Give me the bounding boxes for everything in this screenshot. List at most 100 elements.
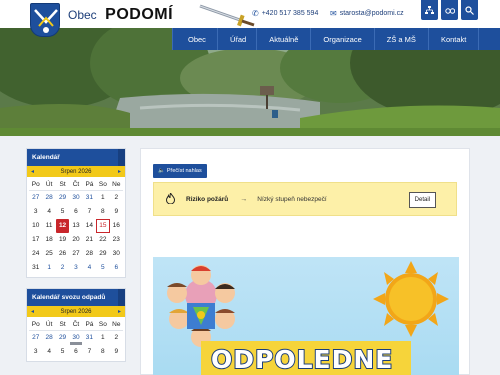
- calendar-day[interactable]: 7: [83, 345, 96, 359]
- waste-calendar-grid: Po Út St Čt Pá So Ne 27 28 29 30 31 1 2 3 4 5 6 7 8 9: [27, 317, 125, 361]
- calendar-day[interactable]: 12: [55, 219, 70, 233]
- next-month-icon[interactable]: ▸: [118, 308, 121, 315]
- poster-headline: ODPOLEDNE: [210, 344, 394, 375]
- fire-risk-alert: Riziko požárů → Nízký stupeň nebezpečí D…: [153, 182, 457, 216]
- calendar-day[interactable]: 4: [42, 345, 55, 359]
- calendar-day[interactable]: 27: [29, 191, 42, 205]
- phone-number: +420 517 385 594: [261, 10, 319, 17]
- calendar-day[interactable]: 29: [96, 247, 109, 261]
- nav-item-kontakt[interactable]: Kontakt: [429, 28, 480, 50]
- event-poster[interactable]: ODPOLEDNE: [153, 257, 459, 375]
- search-icon[interactable]: [461, 0, 478, 20]
- calendar-day[interactable]: 18: [42, 233, 55, 247]
- calendar-grid: Po Út St Čt Pá So Ne 27 28 29 30 31 1 2 3 4 5 6 7 8 9 10 11 12 1…: [27, 177, 125, 277]
- alert-level: Nízký stupeň nebezpečí: [257, 195, 327, 203]
- calendar-day[interactable]: 13: [69, 219, 82, 233]
- brand-prefix: Obec: [68, 8, 97, 22]
- calendar-day[interactable]: 2: [110, 191, 123, 205]
- email-contact[interactable]: ✉ starosta@podomi.cz: [330, 9, 404, 18]
- weekday-header: Po: [29, 318, 43, 331]
- calendar-day[interactable]: 6: [110, 261, 123, 275]
- calendar-day[interactable]: 14: [83, 219, 96, 233]
- sword-emblem-icon: [199, 4, 255, 27]
- calendar-day[interactable]: 22: [96, 233, 109, 247]
- read-aloud-button[interactable]: 🔈 Přečíst nahlas: [153, 164, 207, 178]
- calendar-day[interactable]: 4: [42, 205, 55, 219]
- calendar-day[interactable]: 9: [110, 345, 123, 359]
- calendar-day[interactable]: 2: [56, 261, 69, 275]
- calendar-day[interactable]: 6: [69, 345, 82, 359]
- prev-month-icon[interactable]: ◂: [31, 308, 34, 315]
- next-month-icon[interactable]: ▸: [118, 168, 121, 175]
- calendar-day[interactable]: 1: [96, 191, 109, 205]
- weekday-header: Pá: [82, 178, 97, 191]
- weekday-header: Út: [42, 318, 56, 331]
- calendar-day[interactable]: 10: [29, 219, 42, 233]
- phone-contact[interactable]: ✆ +420 517 385 594: [252, 9, 318, 18]
- nav-item-obec[interactable]: Obec: [172, 28, 218, 50]
- calendar-day[interactable]: 11: [42, 219, 55, 233]
- weekday-header: Ne: [109, 318, 123, 331]
- font-size-icon[interactable]: [441, 0, 458, 20]
- calendar-day[interactable]: 8: [96, 345, 109, 359]
- calendar-day[interactable]: 8: [96, 205, 109, 219]
- calendar-day[interactable]: 20: [69, 233, 82, 247]
- calendar-day[interactable]: 31: [83, 191, 96, 205]
- weekday-header: So: [96, 178, 110, 191]
- calendar-day[interactable]: 30: [110, 247, 123, 261]
- calendar-day[interactable]: 3: [69, 261, 82, 275]
- prev-month-icon[interactable]: ◂: [31, 168, 34, 175]
- calendar-day[interactable]: 23: [110, 233, 123, 247]
- brand-name: PODOMÍ: [105, 6, 174, 23]
- event-calendar: Kalendář ◂ Srpen 2026 ▸ Po Út St Čt Pá So Ne 27…: [26, 148, 126, 278]
- waste-calendar-title: Kalendář svozu odpadů: [27, 289, 125, 306]
- weekday-header: Po: [29, 178, 43, 191]
- calendar-day[interactable]: 29: [56, 331, 69, 345]
- calendar-day[interactable]: 31: [29, 261, 42, 275]
- calendar-day[interactable]: 2: [110, 331, 123, 345]
- calendar-day[interactable]: 29: [56, 191, 69, 205]
- coat-of-arms-logo[interactable]: [30, 3, 60, 37]
- calendar-day[interactable]: 27: [29, 331, 42, 345]
- calendar-month-bar: ◂ Srpen 2026 ▸: [27, 166, 125, 177]
- sitemap-icon[interactable]: [421, 0, 438, 20]
- calendar-day[interactable]: 6: [69, 205, 82, 219]
- calendar-day[interactable]: 24: [29, 247, 42, 261]
- calendar-day[interactable]: 28: [83, 247, 96, 261]
- calendar-day[interactable]: 21: [83, 233, 96, 247]
- calendar-day[interactable]: 28: [42, 191, 55, 205]
- calendar-day[interactable]: 31: [83, 331, 96, 345]
- calendar-day[interactable]: 5: [96, 261, 109, 275]
- calendar-day[interactable]: 30: [69, 191, 82, 205]
- calendar-day[interactable]: 4: [83, 261, 96, 275]
- calendar-day[interactable]: 3: [29, 345, 42, 359]
- calendar-day[interactable]: 26: [56, 247, 69, 261]
- site-brand[interactable]: Obec PODOMÍ: [68, 6, 173, 24]
- calendar-day[interactable]: 5: [56, 345, 69, 359]
- weekday-header: Pá: [82, 318, 97, 331]
- arrow-right-icon: →: [240, 195, 248, 203]
- nav-item-organizace[interactable]: Organizace: [311, 28, 375, 50]
- calendar-day[interactable]: 1: [96, 331, 109, 345]
- nav-item-aktualne[interactable]: Aktuálně: [257, 28, 312, 50]
- calendar-day[interactable]: 7: [83, 205, 96, 219]
- waste-calendar-month-label: Srpen 2026: [60, 308, 92, 315]
- calendar-day[interactable]: 27: [69, 247, 82, 261]
- calendar-day[interactable]: 30: [69, 331, 83, 345]
- calendar-day[interactable]: 28: [42, 331, 55, 345]
- calendar-day[interactable]: 15: [96, 219, 110, 233]
- calendar-day[interactable]: 16: [110, 219, 123, 233]
- nav-item-zs-ms[interactable]: ZŠ a MŠ: [375, 28, 429, 50]
- weekday-header: St: [55, 178, 70, 191]
- calendar-day[interactable]: 19: [56, 233, 69, 247]
- calendar-day[interactable]: 3: [29, 205, 42, 219]
- main-navigation: Obec Úřad Aktuálně Organizace ZŠ a MŠ Ko…: [172, 28, 500, 50]
- calendar-day[interactable]: 17: [29, 233, 42, 247]
- calendar-day[interactable]: 5: [56, 205, 69, 219]
- alert-detail-button[interactable]: Detail: [408, 192, 436, 208]
- nav-item-urad[interactable]: Úřad: [218, 28, 258, 50]
- calendar-day[interactable]: 1: [42, 261, 55, 275]
- calendar-title: Kalendář: [27, 149, 125, 166]
- calendar-day[interactable]: 25: [42, 247, 55, 261]
- calendar-day[interactable]: 9: [110, 205, 123, 219]
